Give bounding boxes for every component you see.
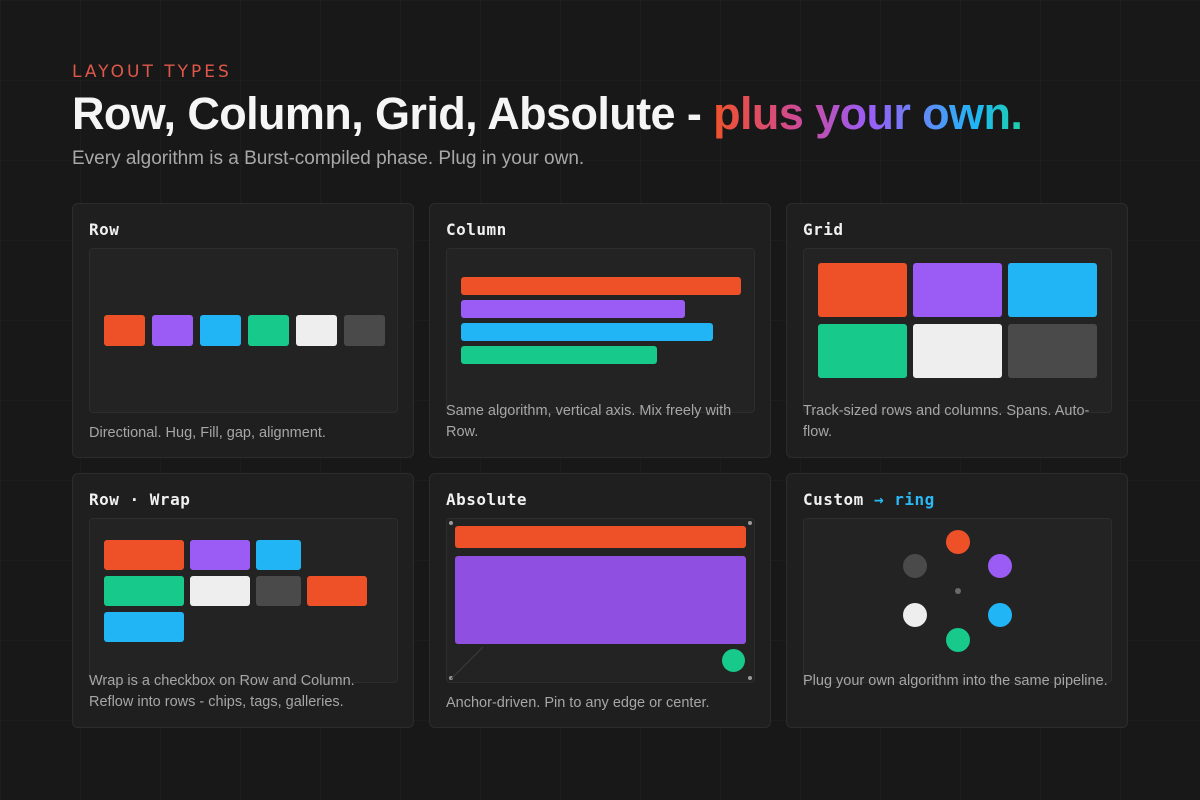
row-preview	[89, 248, 398, 413]
card-custom-title-main: Custom	[803, 490, 874, 509]
card-row: Row Directional. Hug, Fill, gap, alignme…	[72, 203, 414, 458]
wrap-chip-orange-2	[307, 576, 367, 606]
wrap-chip-purple	[190, 540, 250, 570]
wrap-chip-white	[190, 576, 250, 606]
ring-preview	[803, 518, 1112, 683]
card-wrap: Row · Wrap Wrap is a checkbox on Row and…	[72, 473, 414, 728]
card-grid-description: Track-sized rows and columns. Spans. Aut…	[803, 403, 1090, 440]
card-custom-title-accent: → ring	[873, 490, 935, 509]
card-row-title: Row	[89, 220, 120, 239]
wrap-chip-gray	[256, 576, 301, 606]
grid-cell-white	[913, 324, 1002, 378]
row-item-orange	[104, 315, 145, 346]
wrap-chip-orange	[104, 540, 184, 570]
column-preview	[446, 248, 755, 413]
wrap-chip-blue	[256, 540, 301, 570]
grid-cell-purple	[913, 263, 1002, 317]
grid-cell-blue	[1008, 263, 1097, 317]
row-item-purple	[152, 315, 193, 346]
wrap-preview	[89, 518, 398, 683]
card-absolute-title: Absolute	[446, 490, 528, 509]
column-item-blue	[461, 323, 713, 341]
row-item-green	[248, 315, 289, 346]
eyebrow-label: LAYOUT TYPES	[72, 62, 232, 82]
card-absolute-description: Anchor-driven. Pin to any edge or center…	[446, 695, 710, 711]
headline-main: Row, Column, Grid, Absolute -	[72, 88, 714, 139]
card-wrap-title: Row · Wrap	[89, 490, 191, 509]
grid-cell-orange	[818, 263, 907, 317]
card-column-title: Column	[446, 220, 507, 239]
column-item-orange	[461, 277, 741, 295]
card-custom-description: Plug your own algorithm into the same pi…	[803, 673, 1108, 689]
wrap-chip-green	[104, 576, 184, 606]
ring-dot-purple	[988, 554, 1012, 578]
card-column-description: Same algorithm, vertical axis. Mix freel…	[446, 403, 732, 440]
absolute-pinned-dot	[722, 649, 745, 672]
card-grid: Grid Track-sized rows and columns. Spans…	[786, 203, 1128, 458]
grid-cell-gray	[1008, 324, 1097, 378]
absolute-top-bar	[455, 526, 746, 548]
absolute-preview	[446, 518, 755, 683]
ring-dot-white	[903, 603, 927, 627]
page-subtitle: Every algorithm is a Burst-compiled phas…	[72, 148, 585, 169]
row-item-gray	[344, 315, 385, 346]
page-title: Row, Column, Grid, Absolute - plus your …	[72, 88, 1023, 140]
ring-dot-orange	[946, 530, 970, 554]
ring-dot-gray	[903, 554, 927, 578]
card-absolute: Absolute Anchor-driven. Pin to any edge …	[429, 473, 771, 728]
row-item-blue	[200, 315, 241, 346]
card-row-description: Directional. Hug, Fill, gap, alignment.	[89, 425, 326, 441]
grid-cell-green	[818, 324, 907, 378]
card-custom: Custom → ring Plug your own algorithm in…	[786, 473, 1128, 728]
ring-dot-green	[946, 628, 970, 652]
card-custom-title: Custom → ring	[803, 490, 935, 509]
card-grid-title: Grid	[803, 220, 844, 239]
wrap-chip-blue-2	[104, 612, 184, 642]
row-item-white	[296, 315, 337, 346]
column-item-purple	[461, 300, 685, 318]
column-item-green	[461, 346, 657, 364]
headline-accent: plus your own.	[713, 88, 1023, 139]
grid-preview	[803, 248, 1112, 413]
ring-center-dot	[955, 588, 961, 594]
card-column: Column Same algorithm, vertical axis. Mi…	[429, 203, 771, 458]
card-wrap-description: Wrap is a checkbox on Row and Column. Re…	[89, 673, 355, 710]
ring-dot-blue	[988, 603, 1012, 627]
absolute-fill-box	[455, 556, 746, 644]
